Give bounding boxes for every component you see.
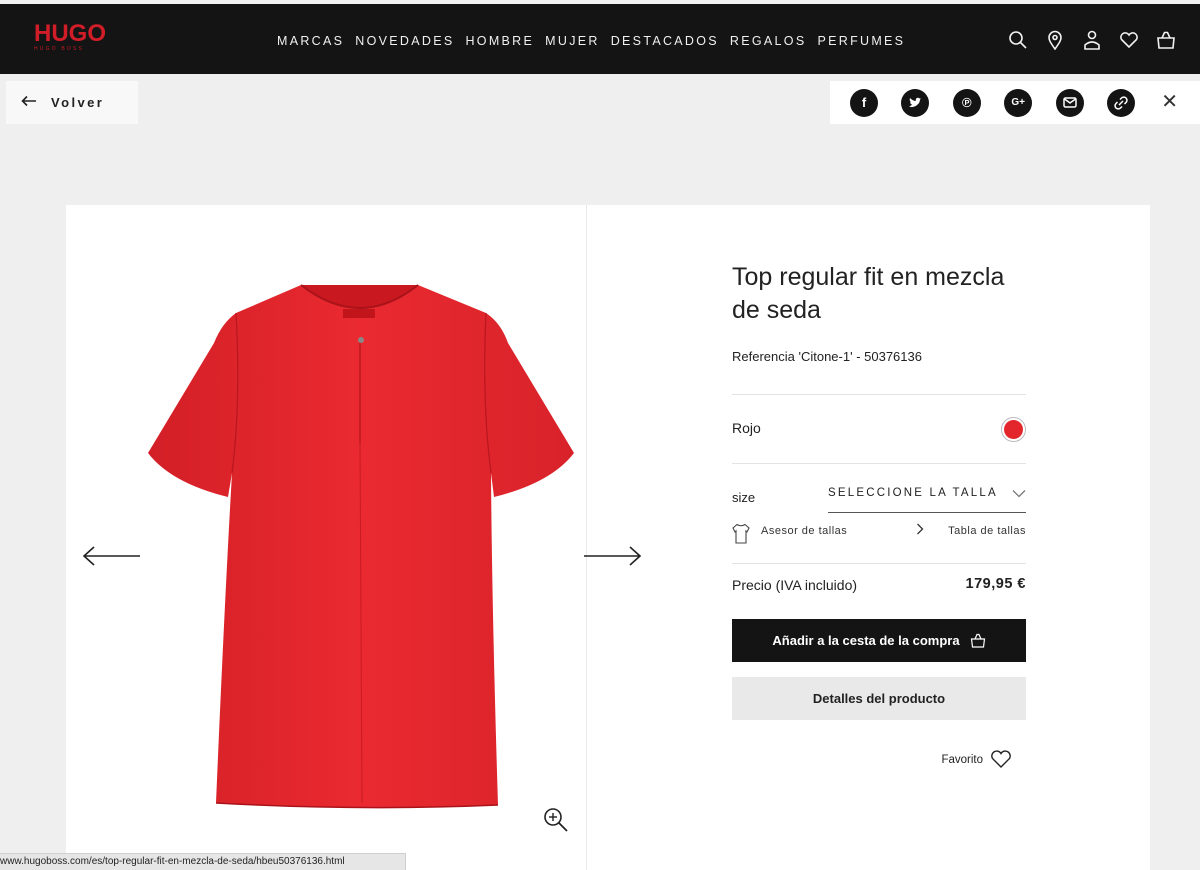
back-button[interactable]: Volver [6, 81, 138, 124]
close-icon[interactable]: ✕ [1161, 92, 1178, 112]
arrow-left-icon [21, 95, 37, 111]
facebook-icon[interactable]: f [850, 88, 878, 117]
size-label: size [732, 490, 756, 505]
nav-item-destacados[interactable]: DESTACADOS [611, 34, 719, 48]
divider [732, 463, 1026, 464]
logo-subtext: HUGO BOSS [34, 46, 85, 52]
size-advisor-link[interactable]: Asesor de tallas [761, 525, 847, 537]
shirt-icon [732, 523, 750, 547]
google-plus-glyph: G+ [1011, 97, 1025, 108]
product-details-label: Detalles del producto [812, 691, 946, 706]
hugo-logo[interactable]: HUGO HUGO BOSS [34, 22, 106, 52]
header-icons [1006, 28, 1178, 52]
swatch-fill [1004, 420, 1023, 439]
size-select[interactable]: SELECCIONE LA TALLA [828, 487, 1026, 513]
price-label: Precio (IVA incluido) [732, 577, 858, 593]
color-swatch-red[interactable] [1001, 417, 1026, 442]
product-details-button[interactable]: Detalles del producto [732, 677, 1026, 720]
chevron-right-icon [916, 523, 924, 538]
divider [732, 394, 1026, 395]
price-value: 179,95 € [965, 576, 1026, 592]
product-card: Top regular fit en mezcla de seda Refere… [66, 205, 1150, 870]
pane-divider [586, 205, 587, 870]
pinterest-glyph: ℗ [961, 95, 972, 110]
top-navigation-bar: HUGO HUGO BOSS MARCAS NOVEDADES HOMBRE M… [0, 0, 1200, 74]
wishlist-heart-icon[interactable] [1117, 28, 1141, 52]
product-image-pane [66, 205, 586, 870]
favorite-label: Favorito [941, 753, 983, 766]
main-nav: MARCAS NOVEDADES HOMBRE MUJER DESTACADOS… [277, 34, 916, 48]
heart-icon [991, 750, 1011, 768]
email-icon[interactable] [1055, 88, 1084, 117]
chevron-down-icon [1012, 487, 1026, 501]
location-icon[interactable] [1043, 28, 1067, 52]
shopping-bag-icon[interactable] [1154, 28, 1178, 52]
back-label: Volver [51, 95, 105, 110]
color-row: Rojo [732, 417, 1026, 442]
nav-item-hombre[interactable]: HOMBRE [465, 34, 534, 48]
product-reference: Referencia 'Citone-1' - 50376136 [732, 349, 922, 364]
product-title: Top regular fit en mezcla de seda [732, 263, 1005, 324]
account-icon[interactable] [1080, 28, 1104, 52]
add-to-cart-button[interactable]: Añadir a la cesta de la compra [732, 619, 1026, 662]
product-image-red-top [148, 284, 574, 809]
nav-item-mujer[interactable]: MUJER [545, 34, 600, 48]
facebook-glyph: f [861, 95, 867, 110]
pinterest-icon[interactable]: ℗ [952, 88, 981, 117]
size-select-value: SELECCIONE LA TALLA [828, 487, 998, 499]
favorite-button[interactable]: Favorito [941, 750, 1012, 769]
zoom-icon[interactable] [543, 807, 569, 838]
nav-item-novedades[interactable]: NOVEDADES [355, 34, 454, 48]
previous-image-arrow-icon[interactable] [82, 545, 142, 572]
logo-text: HUGO [34, 20, 106, 47]
shopping-bag-icon [970, 633, 985, 648]
nav-item-marcas[interactable]: MARCAS [277, 34, 344, 48]
twitter-icon[interactable] [901, 88, 930, 117]
share-bar: f ℗ G+ ✕ [830, 81, 1200, 124]
divider [732, 563, 1026, 564]
link-icon[interactable] [1106, 88, 1135, 117]
browser-status-url: www.hugoboss.com/es/top-regular-fit-en-m… [0, 853, 406, 870]
nav-item-regalos[interactable]: REGALOS [730, 34, 807, 48]
add-to-cart-label: Añadir a la cesta de la compra [772, 633, 960, 648]
next-image-arrow-icon[interactable] [582, 545, 642, 572]
size-help-row: Asesor de tallas Tabla de tallas [732, 523, 1026, 545]
price-row: Precio (IVA incluido) 179,95 € [732, 576, 1026, 593]
search-icon[interactable] [1006, 28, 1030, 52]
size-table-link[interactable]: Tabla de tallas [948, 525, 1026, 537]
google-plus-icon[interactable]: G+ [1004, 88, 1033, 117]
color-label: Rojo [732, 420, 761, 436]
nav-item-perfumes[interactable]: PERFUMES [817, 34, 905, 48]
